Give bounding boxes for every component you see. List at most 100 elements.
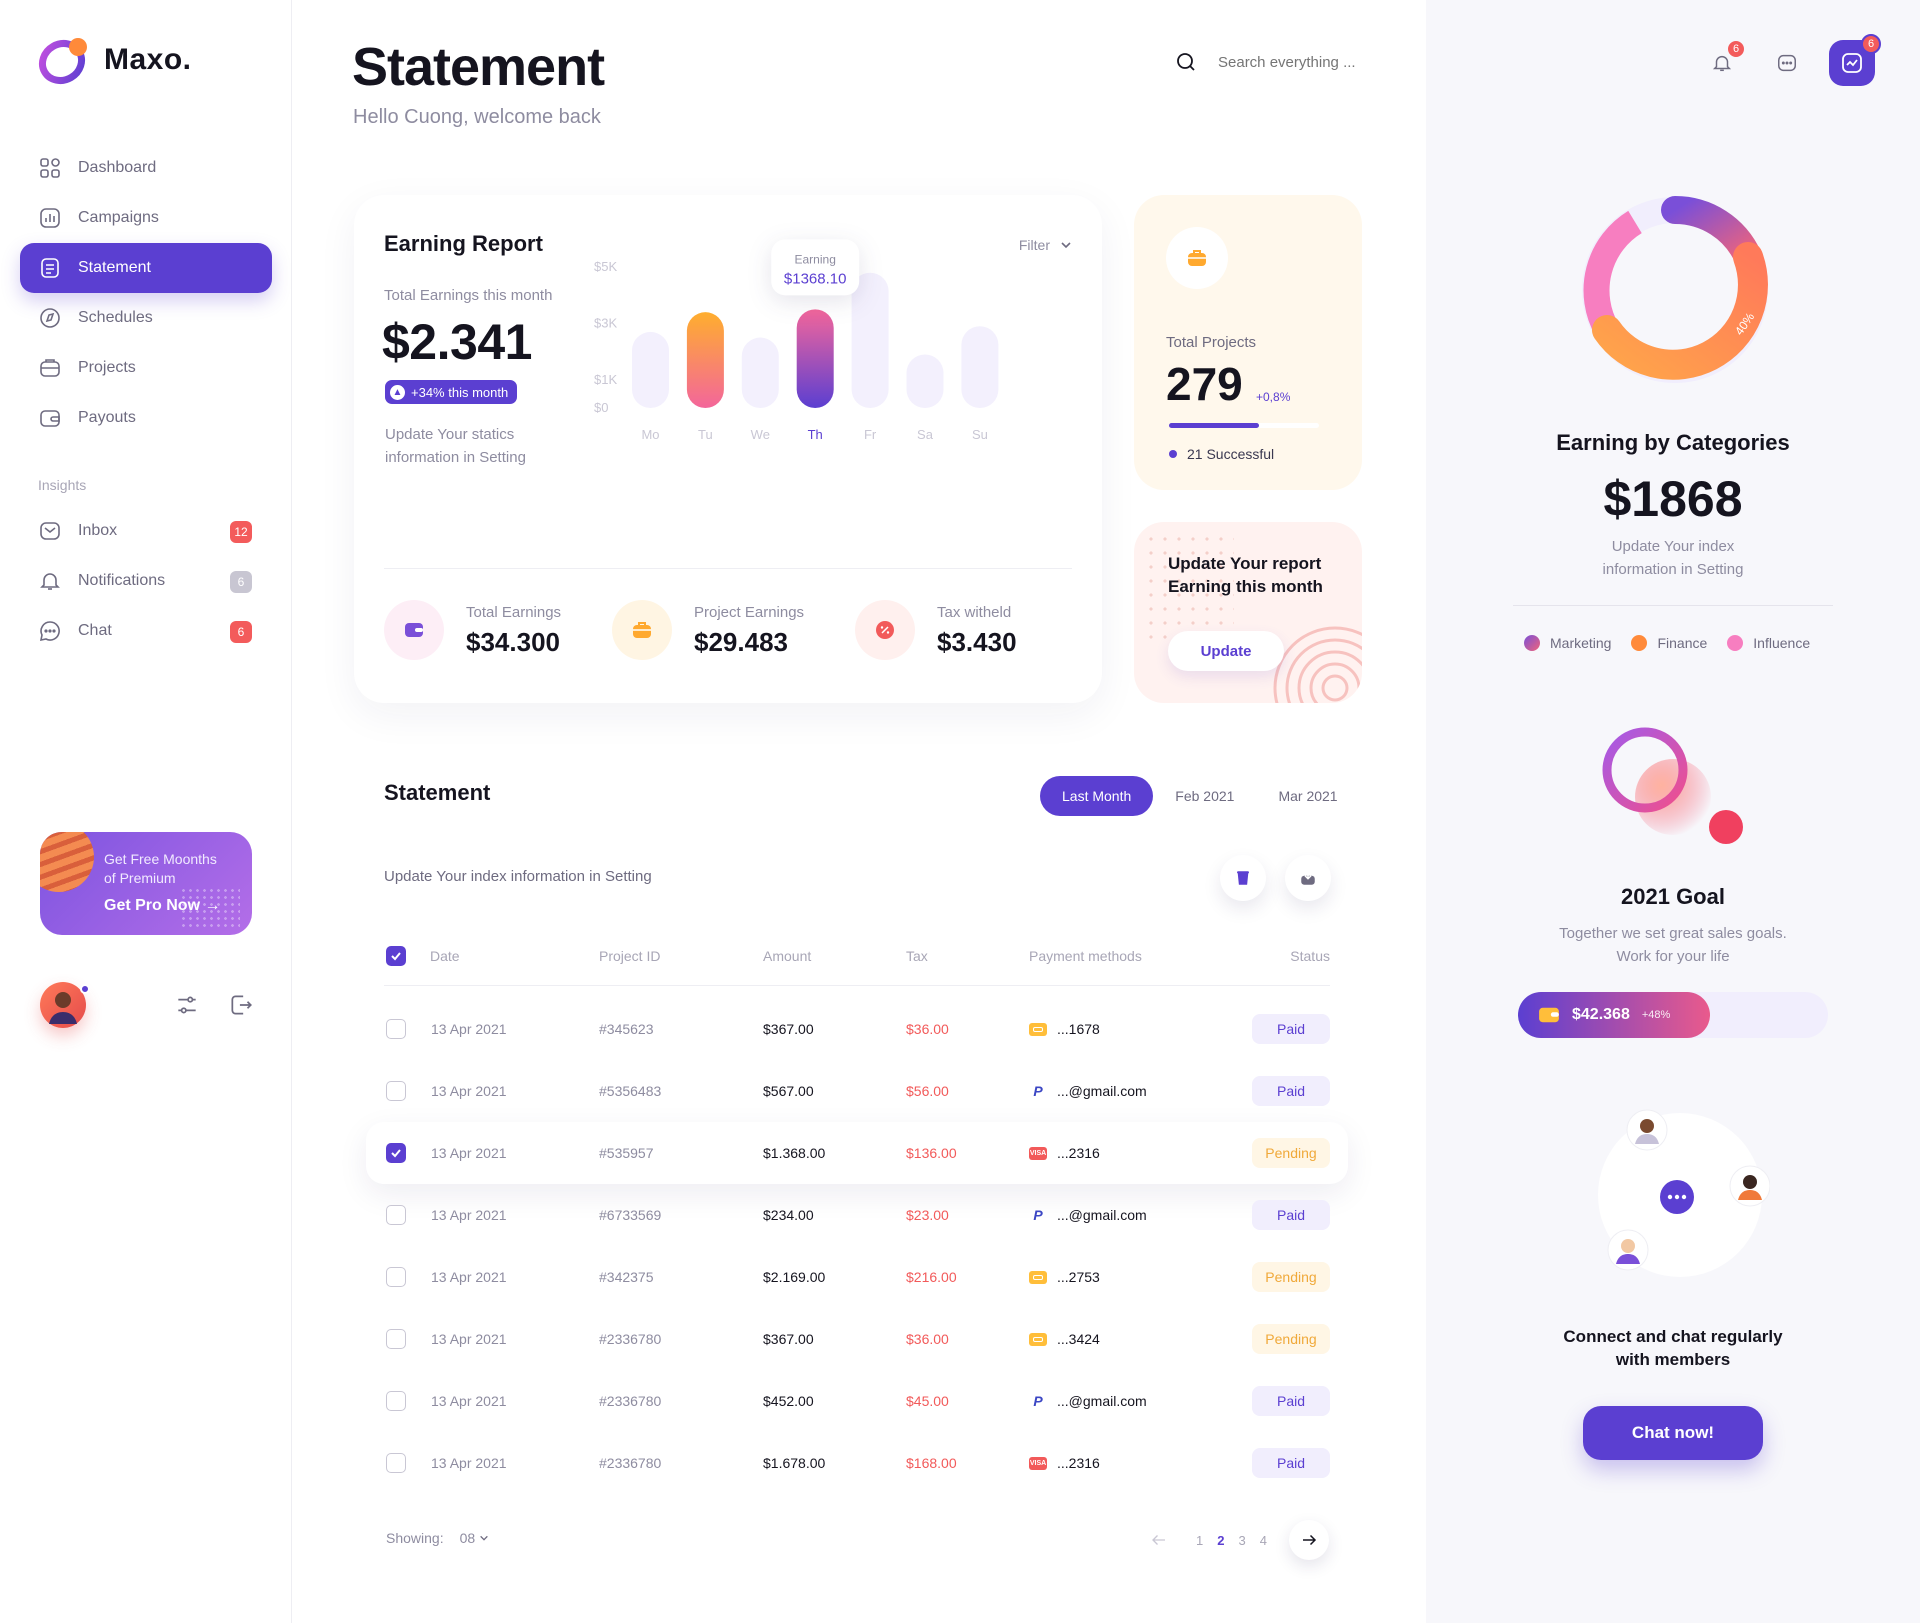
sidebar-item-inbox[interactable]: Inbox 12 [20, 506, 272, 556]
row-checkbox-cell[interactable] [386, 1308, 406, 1370]
table-row[interactable]: 13 Apr 2021 #6733569 $234.00 $23.00 P ...@gma… [384, 1184, 1330, 1246]
sidebar-item-campaigns[interactable]: Campaigns [20, 193, 272, 243]
delete-button[interactable] [1220, 855, 1266, 901]
settings-sliders-icon[interactable] [174, 992, 200, 1018]
checkbox[interactable] [386, 1329, 406, 1349]
download-button[interactable] [1285, 855, 1331, 901]
project-id-cell: #345623 [599, 1021, 654, 1037]
search-bar[interactable] [1174, 50, 1378, 74]
table-row[interactable]: 13 Apr 2021 #2336780 $452.00 $45.00 P ...@gma… [384, 1370, 1330, 1432]
page-4[interactable]: 4 [1260, 1533, 1267, 1548]
table-row[interactable]: 13 Apr 2021 #535957 $1.368.00 $136.00 VISA..… [366, 1122, 1348, 1184]
showing-selector[interactable]: Showing: 08 [386, 1530, 489, 1546]
avatar [1607, 1229, 1649, 1271]
legend-label: Marketing [1550, 635, 1612, 651]
tab-feb-2021[interactable]: Feb 2021 [1153, 776, 1256, 816]
avatar [1626, 1109, 1668, 1151]
avatar[interactable] [40, 982, 90, 1028]
date-cell: 13 Apr 2021 [431, 1269, 507, 1285]
payment-account: ...2753 [1057, 1269, 1100, 1285]
column-header-payment-methods[interactable]: Payment methods [1029, 926, 1142, 985]
bar-su[interactable] [961, 326, 999, 408]
logo[interactable]: Maxo. [38, 34, 192, 86]
checkbox[interactable] [386, 1143, 406, 1163]
chart-tooltip: Earning $1368.10 [771, 239, 860, 296]
table-row[interactable]: 13 Apr 2021 #2336780 $367.00 $36.00 ...3424 P… [384, 1308, 1330, 1370]
bar-mo[interactable] [632, 331, 669, 408]
row-checkbox-cell[interactable] [386, 1370, 406, 1432]
tab-mar-2021[interactable]: Mar 2021 [1256, 776, 1359, 816]
visa-icon: VISA [1029, 1456, 1047, 1470]
bar-sa[interactable] [906, 354, 944, 408]
search-icon[interactable] [1174, 50, 1198, 74]
premium-promo-card[interactable]: Get Free Moonths of Premium Get Pro Now … [40, 832, 252, 935]
bar-fr[interactable] [851, 272, 889, 408]
table-row[interactable]: 13 Apr 2021 #5356483 $567.00 $56.00 P ...@gma… [384, 1060, 1330, 1122]
table-row[interactable]: 13 Apr 2021 #2336780 $1.678.00 $168.00 VISA.… [384, 1432, 1330, 1494]
status-badge: Paid [1252, 1014, 1330, 1044]
chat-icon [39, 621, 60, 642]
goal-title: 2021 Goal [1621, 884, 1725, 909]
column-header-amount[interactable]: Amount [763, 926, 811, 985]
column-header-tax[interactable]: Tax [906, 926, 928, 985]
legend-finance: Finance [1631, 635, 1707, 651]
row-checkbox-cell[interactable] [386, 1122, 406, 1184]
page-2[interactable]: 2 [1217, 1533, 1224, 1548]
sidebar-item-dashboard[interactable]: Dashboard [20, 143, 272, 193]
row-checkbox-cell[interactable] [386, 998, 406, 1060]
date-cell: 13 Apr 2021 [431, 1393, 507, 1409]
activity-button[interactable]: 6 [1829, 34, 1881, 86]
row-checkbox-cell[interactable] [386, 1060, 406, 1122]
table-row[interactable]: 13 Apr 2021 #345623 $367.00 $36.00 ...1678 Pa… [384, 998, 1330, 1060]
checkbox[interactable] [386, 1081, 406, 1101]
select-all-checkbox[interactable] [386, 926, 406, 985]
search-input[interactable] [1218, 53, 1378, 71]
get-pro-button[interactable]: Get Pro Now → [104, 897, 220, 915]
chat-now-button[interactable]: Chat now! [1583, 1406, 1763, 1460]
bar-th[interactable] [796, 309, 834, 408]
checkbox[interactable] [386, 1453, 406, 1473]
column-header-project-id[interactable]: Project ID [599, 926, 660, 985]
sidebar-item-schedules[interactable]: Schedules [20, 293, 272, 343]
column-header-date[interactable]: Date [430, 926, 460, 985]
update-button[interactable]: Update [1168, 631, 1284, 671]
next-page-button[interactable] [1288, 1520, 1329, 1560]
notifications-button[interactable]: 6 [1704, 39, 1746, 81]
logout-icon[interactable] [228, 992, 254, 1018]
sidebar-item-notifications[interactable]: Notifications 6 [20, 556, 272, 606]
checkbox[interactable] [386, 1205, 406, 1225]
page-1[interactable]: 1 [1196, 1533, 1203, 1548]
checkbox[interactable] [386, 1019, 406, 1039]
messages-button[interactable] [1769, 45, 1805, 81]
checkbox[interactable] [386, 945, 406, 966]
sidebar-item-payouts[interactable]: Payouts [20, 393, 272, 443]
tab-last-month[interactable]: Last Month [1040, 776, 1154, 816]
row-checkbox-cell[interactable] [386, 1246, 406, 1308]
sidebar-item-label: Notifications [78, 572, 166, 589]
column-header-status[interactable]: Status [1290, 926, 1330, 985]
paypal-icon: P [1033, 1083, 1043, 1099]
trash-icon [1237, 871, 1249, 885]
sidebar-item-statement[interactable]: Statement [20, 243, 272, 293]
page-3[interactable]: 3 [1238, 1533, 1245, 1548]
checkbox[interactable] [386, 1391, 406, 1411]
sidebar-item-chat[interactable]: Chat 6 [20, 606, 272, 656]
download-icon [1301, 871, 1315, 885]
tax-cell: $56.00 [906, 1083, 949, 1099]
trend-icon [1842, 53, 1862, 73]
showing-dropdown[interactable]: 08 [460, 1530, 489, 1546]
checkbox[interactable] [386, 1267, 406, 1287]
row-checkbox-cell[interactable] [386, 1432, 406, 1494]
payment-method-cell: ...2753 [1029, 1246, 1100, 1308]
status-badge: Pending [1252, 1138, 1330, 1168]
x-tick-label: Tu [698, 427, 713, 442]
row-checkbox-cell[interactable] [386, 1184, 406, 1246]
table-row[interactable]: 13 Apr 2021 #342375 $2.169.00 $216.00 ...275… [384, 1246, 1330, 1308]
bar-we[interactable] [741, 337, 779, 408]
bullet-dot [1169, 450, 1177, 458]
bar-tu[interactable] [686, 312, 724, 408]
projects-success-text: 21 Successful [1187, 446, 1275, 462]
sidebar-item-projects[interactable]: Projects [20, 343, 272, 393]
goal-note: Together we set great sales goals. Work … [1426, 922, 1920, 968]
arrow-left-icon[interactable] [1150, 1531, 1168, 1549]
